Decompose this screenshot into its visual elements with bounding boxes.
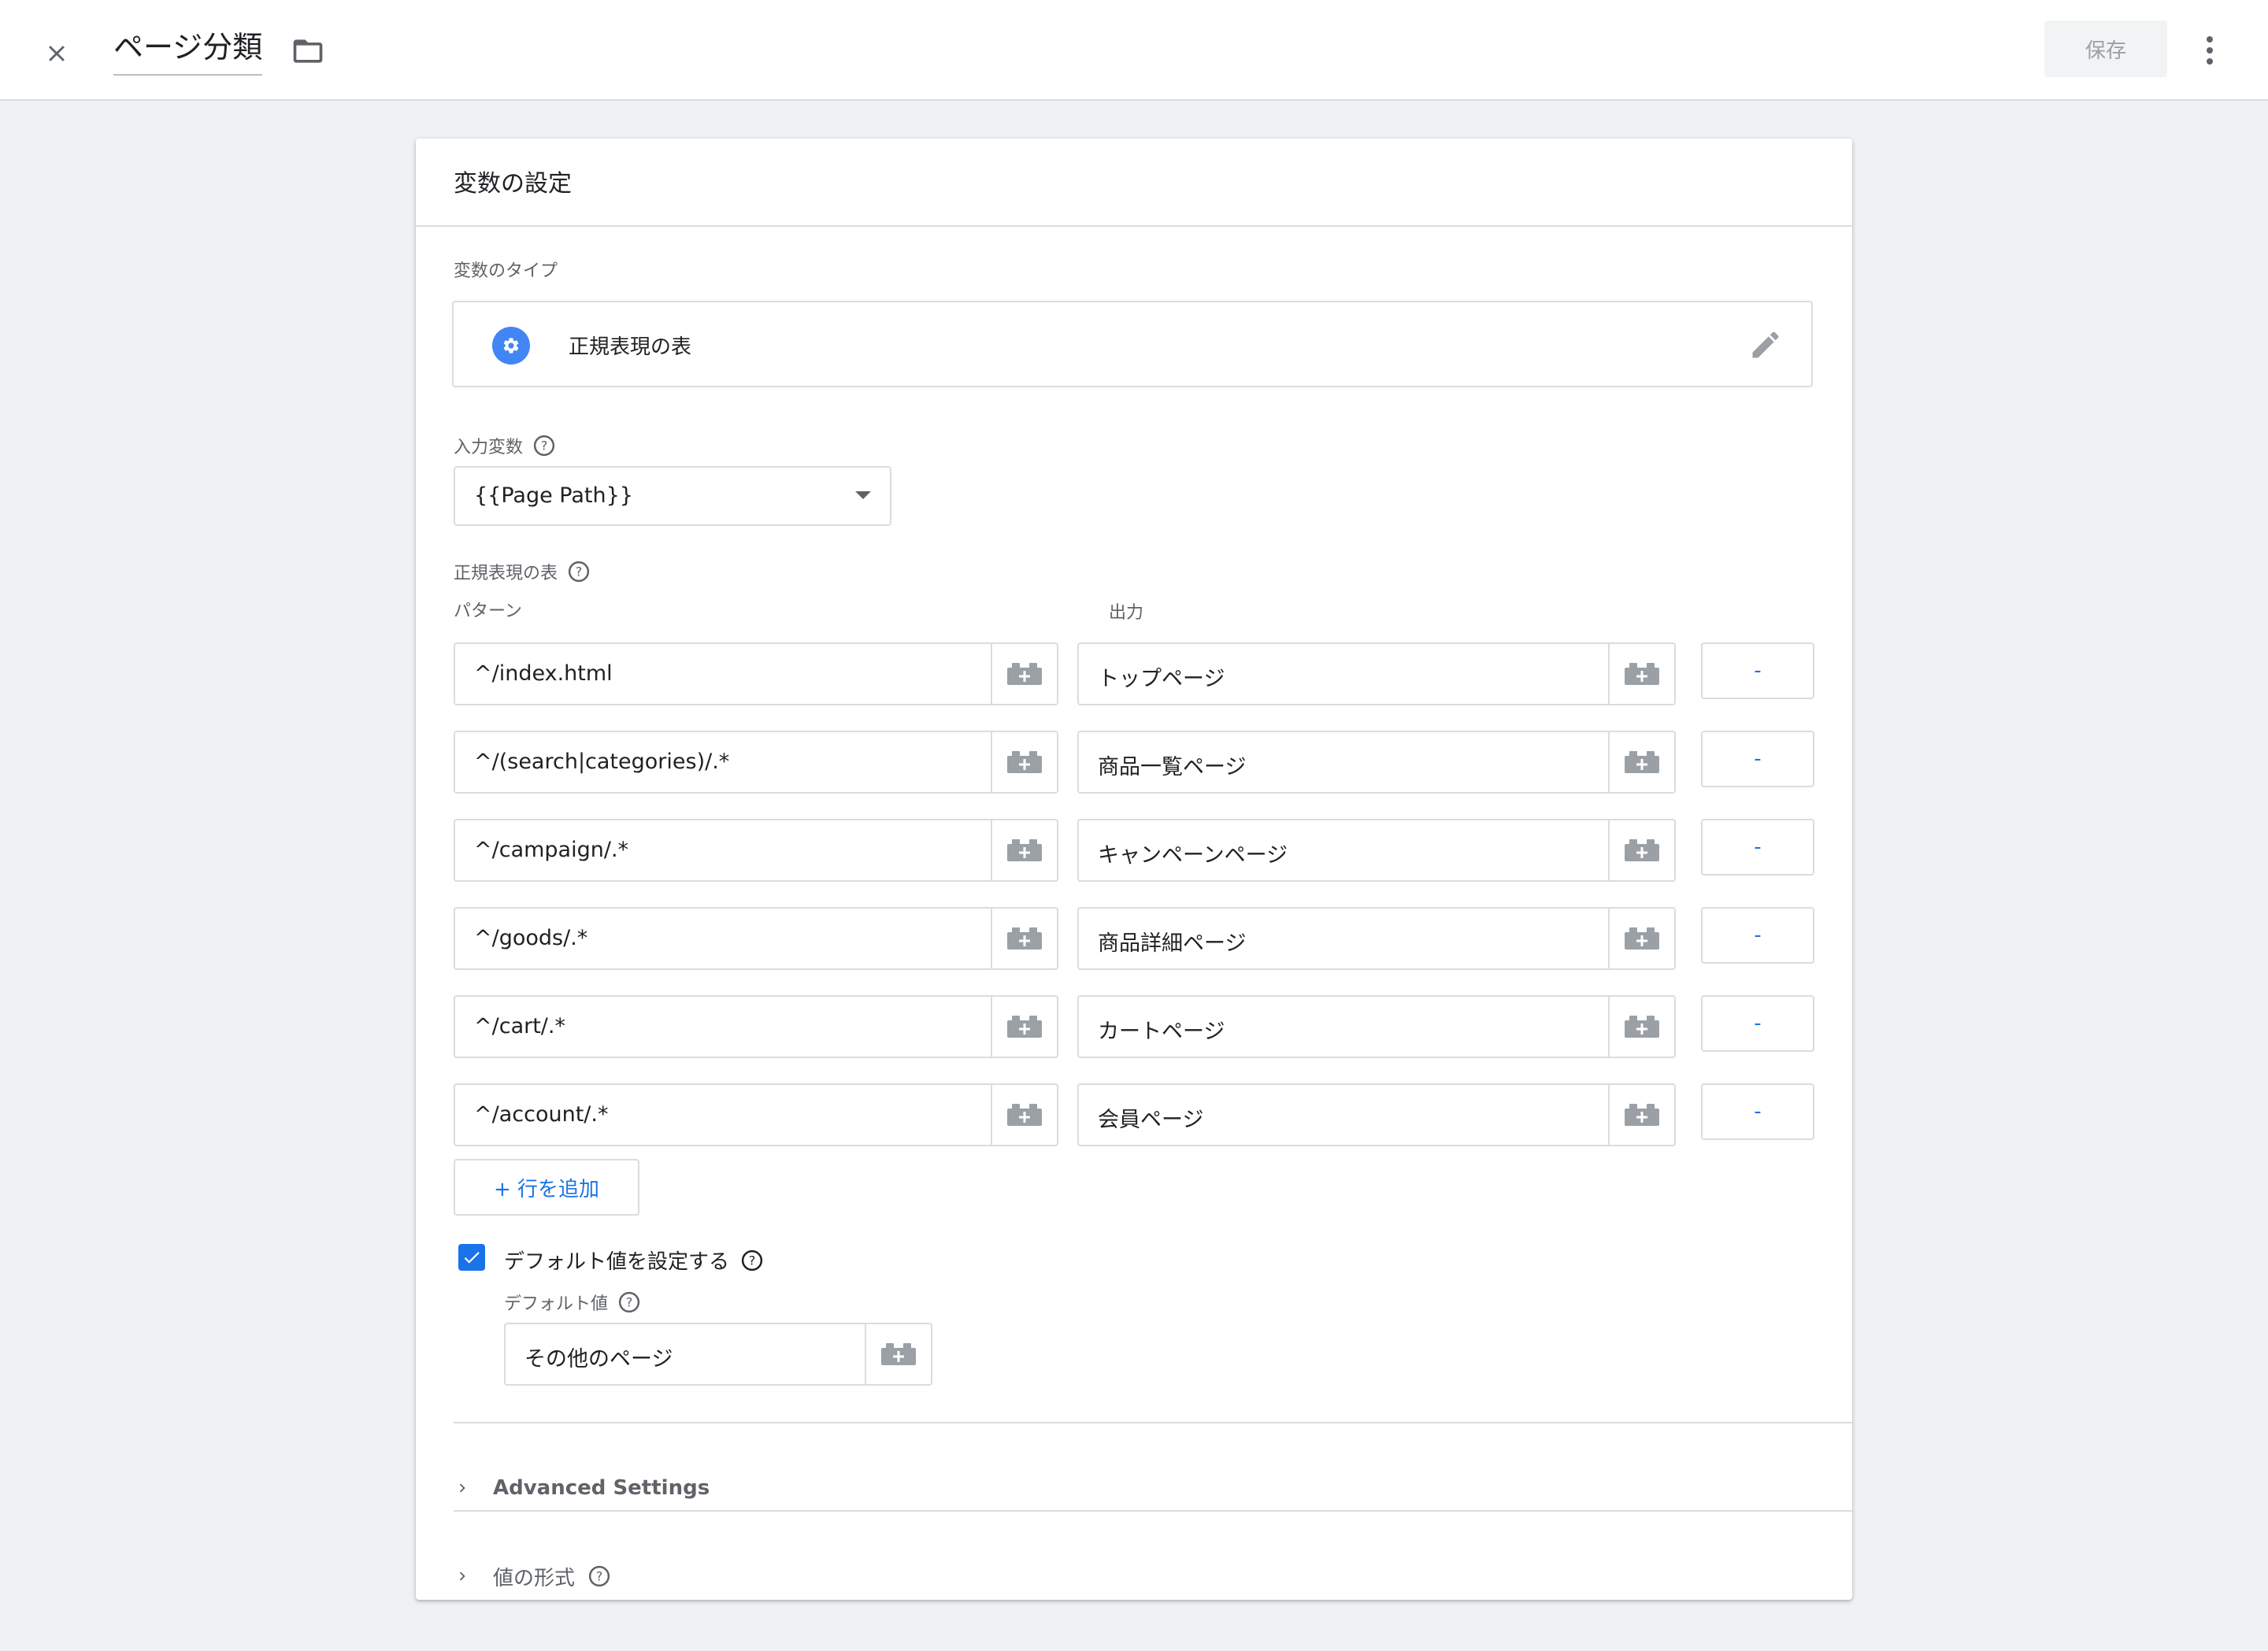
value-format-expander[interactable]: 値の形式 ? (454, 1553, 611, 1600)
remove-row-button[interactable]: - (1701, 907, 1814, 964)
input-variable-value: {{Page Path}} (474, 483, 633, 508)
pattern-value: ^/campaign/.* (474, 838, 629, 862)
output-input[interactable]: カートページ (1077, 995, 1676, 1058)
help-icon[interactable]: ? (587, 1564, 611, 1588)
default-value-input[interactable]: その他のページ (504, 1323, 932, 1386)
variable-type-selector[interactable]: 正規表現の表 (452, 301, 1813, 387)
pattern-input[interactable]: ^/(search|categories)/.* (454, 731, 1058, 794)
insert-variable-icon[interactable] (991, 644, 1057, 704)
pattern-value: ^/index.html (474, 661, 613, 686)
output-value: 会員ページ (1098, 1108, 1204, 1132)
page-title[interactable]: ページ分類 (113, 27, 263, 76)
input-variable-label: 入力変数 ? (454, 433, 556, 458)
svg-text:?: ? (576, 565, 583, 579)
svg-text:?: ? (596, 1569, 603, 1584)
output-input[interactable]: キャンペーンページ (1077, 819, 1676, 882)
default-value-label: デフォルト値 ? (504, 1290, 641, 1315)
remove-row-button[interactable]: - (1701, 731, 1814, 787)
help-icon[interactable]: ? (740, 1249, 764, 1272)
regex-table-label-text: 正規表現の表 (454, 564, 558, 583)
pattern-value: ^/cart/.* (474, 1014, 565, 1038)
default-value-checkbox-label: デフォルト値を設定する ? (504, 1246, 764, 1275)
output-value: トップページ (1098, 667, 1225, 691)
close-icon[interactable] (35, 31, 79, 76)
value-format-label: 値の形式 (493, 1566, 576, 1590)
pattern-input[interactable]: ^/account/.* (454, 1083, 1058, 1146)
insert-variable-icon[interactable] (991, 1085, 1057, 1145)
insert-variable-icon[interactable] (1608, 820, 1674, 880)
insert-variable-icon[interactable] (1608, 1085, 1674, 1145)
divider (454, 1510, 1852, 1512)
default-value-label-text: デフォルト値 (504, 1294, 609, 1314)
output-value: 商品一覧ページ (1098, 755, 1247, 779)
chevron-down-icon (855, 491, 871, 499)
advanced-settings-label: Advanced Settings (493, 1476, 710, 1500)
remove-row-button[interactable]: - (1701, 995, 1814, 1052)
pattern-value: ^/account/.* (474, 1102, 609, 1127)
pattern-value: ^/(search|categories)/.* (474, 750, 730, 774)
folder-icon[interactable] (288, 31, 328, 71)
svg-text:?: ? (626, 1295, 633, 1310)
pattern-input[interactable]: ^/goods/.* (454, 907, 1058, 970)
regex-table-label: 正規表現の表 ? (454, 559, 591, 584)
card-header: 変数の設定 (416, 139, 1852, 227)
insert-variable-icon[interactable] (865, 1324, 931, 1384)
help-icon[interactable]: ? (532, 434, 556, 457)
variable-type-label-text: 変数のタイプ (454, 261, 558, 281)
pattern-column-header: パターン (454, 602, 522, 621)
insert-variable-icon[interactable] (991, 820, 1057, 880)
help-icon[interactable]: ? (567, 560, 591, 583)
add-row-button[interactable]: + 行を追加 (454, 1159, 639, 1216)
edit-pencil-icon[interactable] (1748, 328, 1783, 362)
help-icon[interactable]: ? (617, 1290, 641, 1314)
more-options-icon[interactable] (2194, 28, 2225, 72)
insert-variable-icon[interactable] (991, 997, 1057, 1057)
output-input[interactable]: 商品詳細ページ (1077, 907, 1676, 970)
output-value: 商品詳細ページ (1098, 931, 1247, 956)
pattern-input[interactable]: ^/campaign/.* (454, 819, 1058, 882)
output-input[interactable]: トップページ (1077, 642, 1676, 705)
output-column-header: 出力 (1109, 603, 1144, 623)
default-value-checkbox-text: デフォルト値を設定する (504, 1250, 730, 1274)
pattern-value: ^/goods/.* (474, 926, 588, 950)
output-value: カートページ (1098, 1020, 1225, 1044)
remove-row-button[interactable]: - (1701, 819, 1814, 875)
insert-variable-icon[interactable] (991, 732, 1057, 792)
chevron-right-icon (459, 1571, 465, 1581)
output-input[interactable]: 商品一覧ページ (1077, 731, 1676, 794)
insert-variable-icon[interactable] (1608, 997, 1674, 1057)
variable-type-label: 変数のタイプ (454, 257, 558, 282)
top-bar: ページ分類 保存 (0, 0, 2268, 101)
insert-variable-icon[interactable] (991, 909, 1057, 968)
insert-variable-icon[interactable] (1608, 732, 1674, 792)
save-button[interactable]: 保存 (2044, 20, 2167, 77)
variable-type-value: 正規表現の表 (569, 335, 692, 359)
card-title: 変数の設定 (454, 170, 572, 198)
input-variable-select[interactable]: {{Page Path}} (454, 466, 891, 526)
output-input[interactable]: 会員ページ (1077, 1083, 1676, 1146)
gear-icon (491, 326, 531, 365)
pattern-input[interactable]: ^/index.html (454, 642, 1058, 705)
advanced-settings-expander[interactable]: Advanced Settings (454, 1464, 710, 1512)
svg-text:?: ? (541, 439, 548, 453)
divider (454, 1422, 1852, 1423)
output-value: キャンペーンページ (1098, 843, 1288, 868)
chevron-right-icon (459, 1483, 465, 1493)
svg-text:?: ? (749, 1253, 756, 1268)
input-variable-label-text: 入力変数 (454, 438, 524, 457)
remove-row-button[interactable]: - (1701, 642, 1814, 699)
pattern-input[interactable]: ^/cart/.* (454, 995, 1058, 1058)
default-value-checkbox[interactable] (458, 1244, 485, 1271)
default-value-text: その他のページ (524, 1347, 673, 1372)
variable-config-card: 変数の設定 変数のタイプ 正規表現の表 入力変数 ? {{Page Path}}… (416, 139, 1852, 1600)
insert-variable-icon[interactable] (1608, 644, 1674, 704)
insert-variable-icon[interactable] (1608, 909, 1674, 968)
remove-row-button[interactable]: - (1701, 1083, 1814, 1140)
